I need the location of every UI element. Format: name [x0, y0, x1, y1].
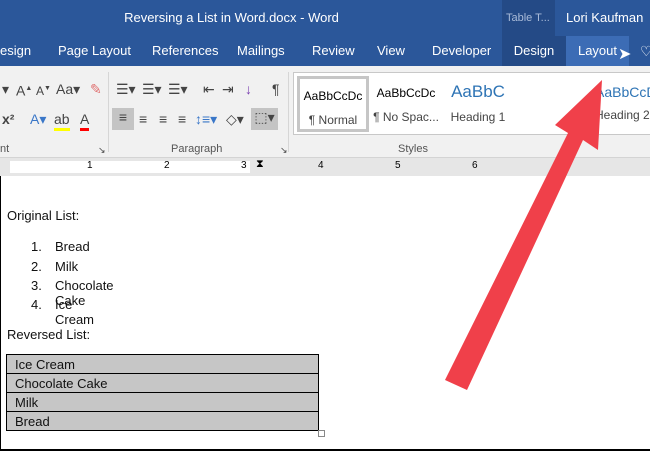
arrow-shape [445, 80, 602, 390]
mouse-cursor-icon: ➤ [618, 46, 632, 63]
annotation-arrow [445, 80, 602, 390]
